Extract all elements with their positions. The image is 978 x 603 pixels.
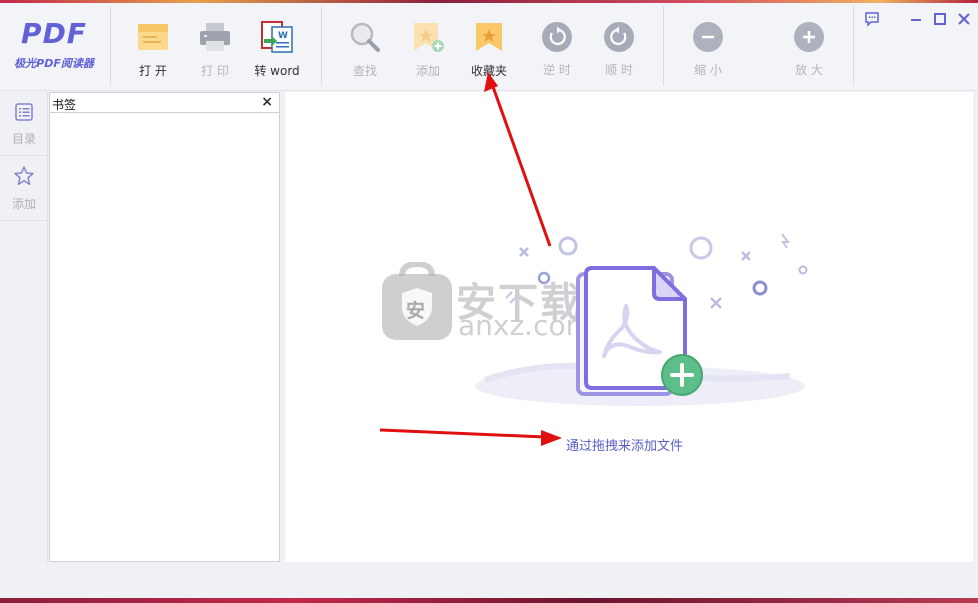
toolbar-separator (110, 6, 111, 86)
logo-text: PDF (21, 17, 87, 50)
print-button[interactable]: 打 印 (187, 17, 243, 79)
sidebar-item-label: 添加 (11, 197, 36, 211)
bookmark-panel-title: 书签 (52, 98, 77, 112)
rotate-ccw-label: 逆 时 (543, 63, 571, 77)
bookmark-add-icon (412, 21, 444, 53)
search-icon (349, 21, 381, 53)
app-logo: PDF 极光PDF阅读器 (8, 17, 100, 77)
maximize-icon[interactable] (932, 11, 948, 27)
minimize-icon[interactable] (908, 11, 924, 27)
rotate-ccw-button[interactable]: 逆 时 (529, 17, 585, 79)
window-bottom-border (0, 598, 978, 603)
sidebar-item-toc[interactable]: 目录 (0, 92, 48, 156)
close-icon[interactable] (956, 11, 972, 27)
rotate-cw-icon (604, 22, 634, 52)
bookmark-panel-header: 书签 × (50, 93, 279, 113)
zoom-out-button[interactable]: 缩 小 (680, 17, 736, 79)
zoom-in-button[interactable]: 放 大 (781, 17, 837, 79)
favorites-bookmark-icon (473, 21, 505, 53)
toolbar-separator (853, 6, 854, 86)
rotate-cw-button[interactable]: 顺 时 (591, 17, 647, 79)
toolbar: PDF 极光PDF阅读器 打 开 打 印 W 转 word 查找 添加 收藏夹 … (0, 3, 978, 91)
toolbar-separator (663, 6, 664, 86)
logo-subtitle: 极光PDF阅读器 (14, 57, 94, 70)
add-file-illustration (475, 233, 808, 406)
word-convert-icon: W (261, 21, 293, 53)
rotate-ccw-icon (542, 22, 572, 52)
folder-icon (137, 21, 169, 53)
find-button[interactable]: 查找 (337, 17, 393, 79)
add-bookmark-label: 添加 (415, 64, 440, 78)
sidebar-item-label: 目录 (11, 132, 36, 146)
left-sidebar: 目录 添加 (0, 92, 48, 562)
print-label: 打 印 (201, 64, 229, 78)
star-icon (14, 166, 34, 186)
printer-icon (199, 21, 231, 53)
watermark-badge: 安 (406, 300, 426, 322)
favorites-button[interactable]: 收藏夹 (461, 17, 517, 79)
zoom-out-label: 缩 小 (694, 63, 722, 77)
rotate-cw-label: 顺 时 (605, 63, 633, 77)
list-icon (15, 103, 33, 121)
convert-to-word-button[interactable]: W 转 word (249, 17, 305, 79)
bookmark-panel: 书签 × (49, 92, 280, 562)
convert-to-word-label: 转 word (254, 64, 300, 78)
favorites-label: 收藏夹 (470, 64, 507, 78)
bookmark-panel-close-button[interactable]: × (261, 94, 273, 110)
find-label: 查找 (352, 64, 377, 78)
feedback-icon[interactable] (864, 11, 880, 27)
zoom-in-label: 放 大 (795, 63, 823, 77)
sidebar-item-add[interactable]: 添加 (0, 157, 48, 221)
zoom-in-icon (794, 22, 824, 52)
add-bookmark-button[interactable]: 添加 (400, 17, 456, 79)
svg-text:W: W (278, 31, 288, 41)
watermark: 安 (382, 260, 452, 340)
open-label: 打 开 (139, 64, 167, 78)
drop-hint-text: 通过拖拽来添加文件 (566, 439, 684, 454)
zoom-out-icon (693, 22, 723, 52)
open-button[interactable]: 打 开 (125, 17, 181, 79)
toolbar-separator (321, 6, 322, 86)
